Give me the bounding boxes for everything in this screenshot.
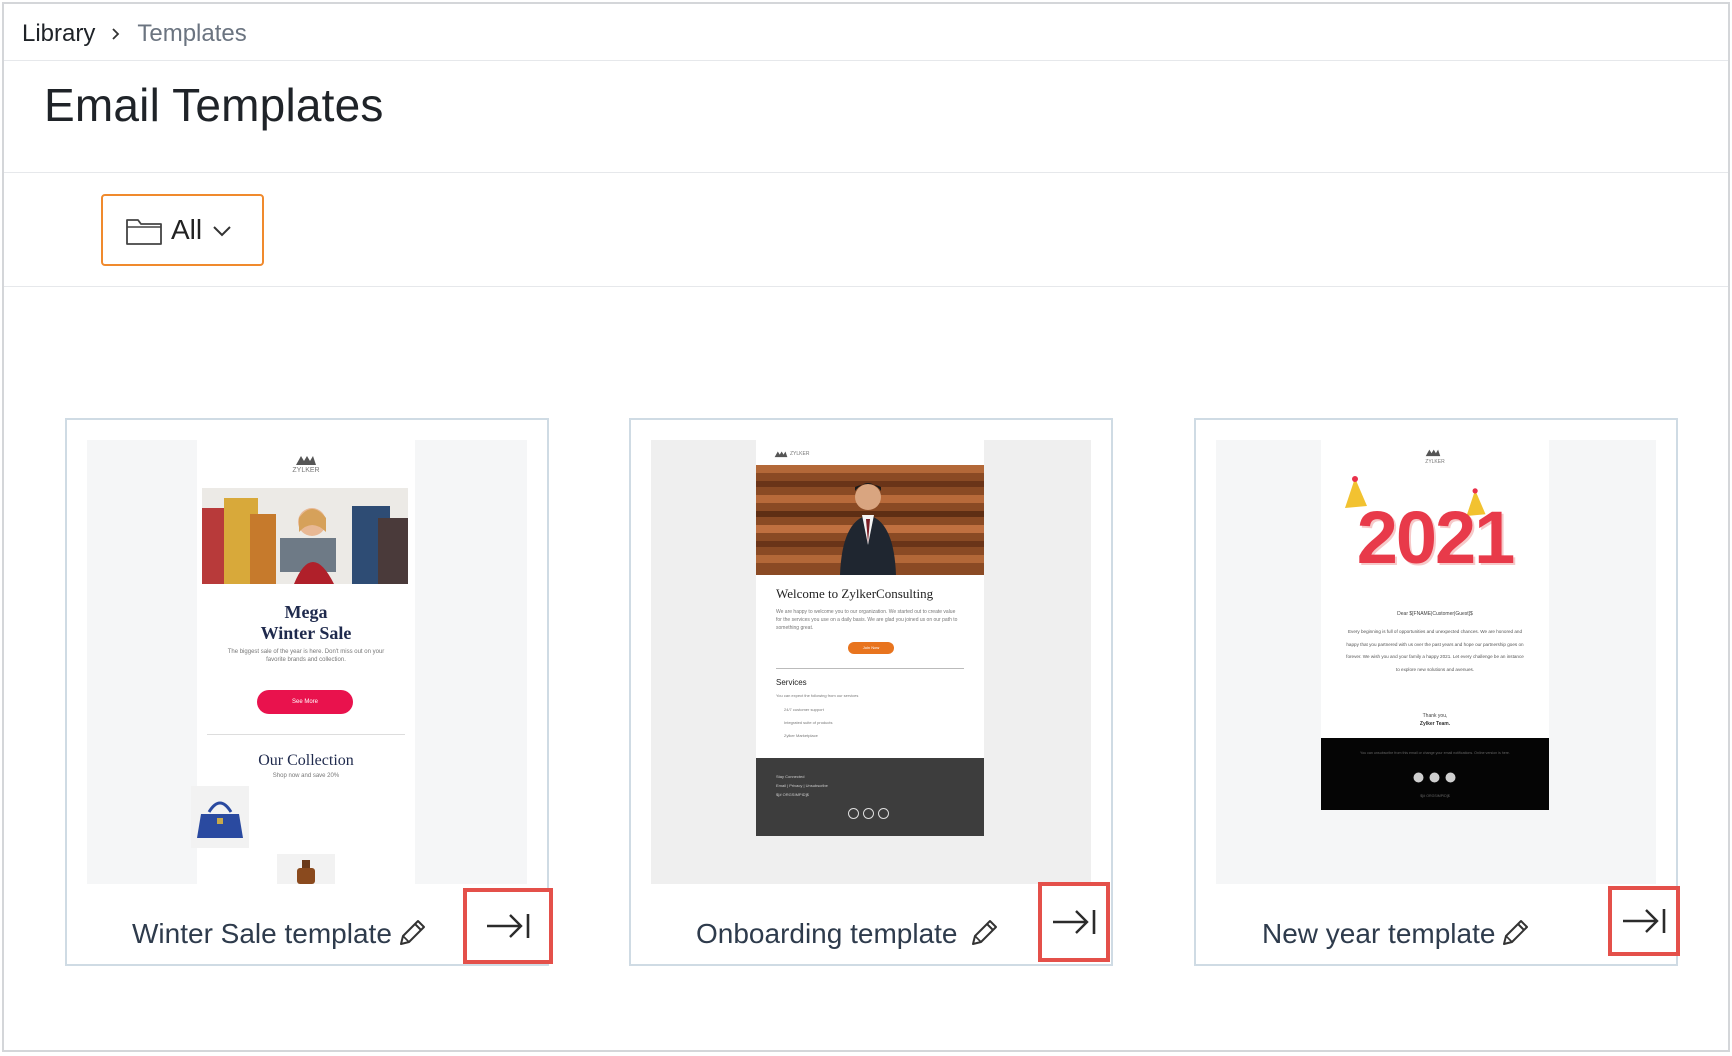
template-name: Winter Sale template bbox=[132, 918, 392, 949]
preview-footer-text: You can unsubscribe from this email or c… bbox=[1360, 751, 1510, 755]
hero-image bbox=[202, 488, 408, 584]
list-item: 24/7 customer support bbox=[784, 707, 824, 712]
facebook-icon bbox=[1413, 772, 1424, 783]
brand-logo-icon bbox=[296, 456, 316, 465]
template-card-winter-sale[interactable]: ZYLKER Mega Winter Sale The biggest sale… bbox=[65, 418, 553, 966]
divider bbox=[4, 286, 1728, 287]
arrow-right-to-line-icon bbox=[487, 914, 530, 938]
preview-headline: Welcome to ZylkerConsulting bbox=[776, 586, 934, 601]
template-card-onboarding[interactable]: ZYLKER Welcome to ZylkerConsulting We ar… bbox=[629, 418, 1113, 966]
email-preview: ZYLKER Mega Winter Sale The biggest sale… bbox=[191, 440, 415, 884]
linkedin-icon bbox=[878, 808, 889, 819]
facebook-icon bbox=[848, 808, 859, 819]
preview-body: We are happy to welcome you to our organ… bbox=[776, 609, 958, 631]
preview-greeting: Dear $[FNAME|Customer|Guest]$ bbox=[1397, 611, 1473, 617]
template-preview-onboarding[interactable]: ZYLKER Welcome to ZylkerConsulting We ar… bbox=[651, 440, 1091, 884]
preview-footer-text: Stay Connected Email | Privacy | Unsubsc… bbox=[776, 772, 828, 799]
preview-body: The biggest sale of the year is here. Do… bbox=[227, 649, 385, 663]
footer-line: $[# ORGSIMPID]$ bbox=[776, 792, 809, 797]
breadcrumb-library-link[interactable]: Library bbox=[22, 20, 95, 48]
preview-body: Every beginning is full of opportunities… bbox=[1346, 629, 1524, 672]
use-template-button[interactable] bbox=[1608, 886, 1680, 956]
template-preview-winter-sale[interactable]: ZYLKER Mega Winter Sale The biggest sale… bbox=[87, 440, 527, 884]
chevron-right-icon bbox=[112, 28, 120, 40]
pencil-icon[interactable] bbox=[1498, 916, 1532, 950]
pencil-icon[interactable] bbox=[967, 916, 1001, 950]
bottle-image bbox=[277, 854, 335, 884]
folder-icon bbox=[126, 219, 162, 245]
social-icons bbox=[1413, 772, 1456, 783]
card-footer: Onboarding template bbox=[631, 882, 1111, 966]
use-template-button[interactable] bbox=[463, 888, 553, 964]
breadcrumb: Library Templates bbox=[22, 18, 247, 50]
preview-signoff: Zylker Team. bbox=[1419, 721, 1451, 727]
footer-line: Stay Connected bbox=[776, 774, 805, 779]
use-template-button[interactable] bbox=[1038, 882, 1110, 962]
divider bbox=[207, 734, 405, 735]
page-title: Email Templates bbox=[44, 79, 384, 131]
preview-headline-2: Winter Sale bbox=[260, 623, 352, 643]
preview-cta-button: See More bbox=[257, 690, 353, 714]
preview-headline-1: Mega bbox=[284, 602, 328, 622]
chevron-down-icon bbox=[213, 226, 231, 237]
brand-name: ZYLKER bbox=[292, 467, 320, 474]
footer-line: Email | Privacy | Unsubscribe bbox=[776, 783, 828, 788]
twitter-icon bbox=[863, 808, 874, 819]
divider bbox=[4, 172, 1728, 173]
preview-footer-id: $[# ORGSIMPID]$ bbox=[1420, 794, 1450, 798]
linkedin-icon bbox=[1445, 772, 1456, 783]
arrow-right-to-line-icon bbox=[1623, 909, 1666, 933]
app-frame: Library Templates Email Templates All ZY… bbox=[2, 2, 1730, 1052]
template-preview-new-year[interactable]: ZYLKER 2021 Dear $[FNAME|Customer|Guest]… bbox=[1216, 440, 1656, 884]
email-preview: ZYLKER Welcome to ZylkerConsulting We ar… bbox=[756, 440, 984, 836]
folder-filter-dropdown[interactable]: All bbox=[101, 194, 264, 266]
preview-section-title: Services bbox=[776, 678, 807, 687]
divider bbox=[776, 668, 964, 669]
preview-section-title: Our Collection bbox=[258, 752, 354, 769]
preview-footer: Stay Connected Email | Privacy | Unsubsc… bbox=[756, 758, 984, 836]
folder-filter-label: All bbox=[171, 214, 203, 245]
social-icons bbox=[848, 808, 889, 819]
card-footer: Winter Sale template bbox=[67, 888, 553, 966]
template-name: Onboarding template bbox=[696, 918, 958, 949]
breadcrumb-current: Templates bbox=[137, 20, 247, 47]
preview-thanks: Thank you, bbox=[1422, 713, 1448, 719]
preview-services-list: 24/7 customer support Integrated suite o… bbox=[784, 703, 832, 742]
card-footer: New year template bbox=[1196, 886, 1680, 966]
brand-name: ZYLKER bbox=[790, 451, 810, 457]
twitter-icon bbox=[1429, 772, 1440, 783]
brand-logo-icon bbox=[774, 451, 788, 458]
template-name: New year template bbox=[1262, 918, 1496, 949]
brand-name: ZYLKER bbox=[1425, 459, 1445, 465]
list-item: Integrated suite of products bbox=[784, 720, 833, 725]
brand-logo-icon bbox=[1425, 449, 1441, 457]
email-preview: ZYLKER 2021 Dear $[FNAME|Customer|Guest]… bbox=[1321, 440, 1549, 810]
divider bbox=[4, 60, 1728, 61]
preview-section-sub: Shop now and save 20% bbox=[272, 773, 340, 779]
preview-cta-button: Join Now bbox=[848, 642, 894, 654]
handbag-image bbox=[191, 786, 249, 848]
preview-footer: You can unsubscribe from this email or c… bbox=[1321, 738, 1549, 810]
preview-section-intro: You can expect the following from our se… bbox=[776, 693, 859, 698]
template-card-new-year[interactable]: ZYLKER 2021 Dear $[FNAME|Customer|Guest]… bbox=[1194, 418, 1680, 966]
arrow-right-to-line-icon bbox=[1053, 910, 1096, 934]
pencil-icon[interactable] bbox=[395, 916, 429, 950]
hero-image bbox=[756, 465, 984, 575]
list-item: Zylker Marketplace bbox=[784, 733, 818, 738]
preview-year: 2021 bbox=[1356, 496, 1516, 579]
